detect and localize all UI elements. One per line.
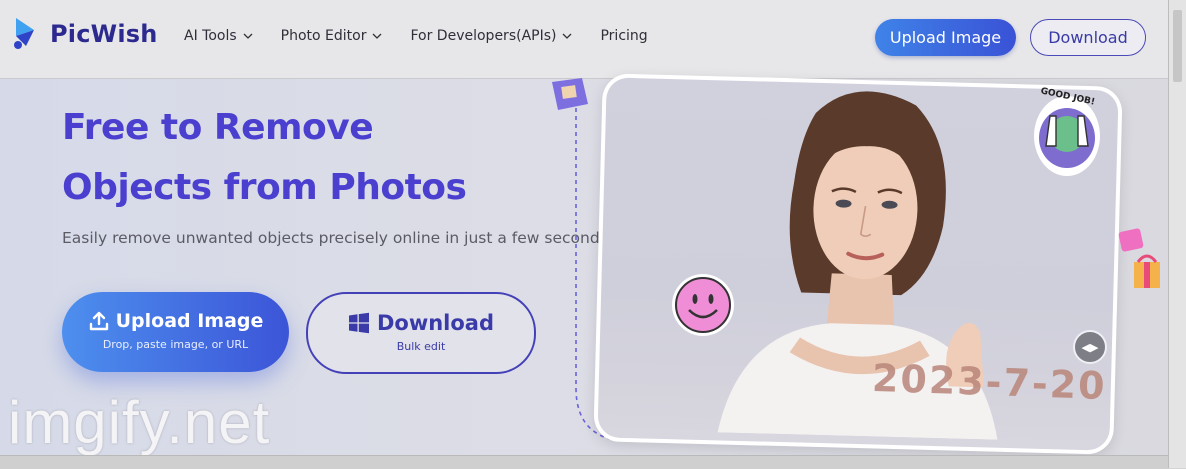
nav-label: For Developers(APIs) xyxy=(410,28,557,44)
arrows-left-right-icon: ◀▶ xyxy=(1081,340,1099,354)
site-header: PicWish AI Tools Photo Editor For Develo… xyxy=(0,0,1168,79)
windows-icon xyxy=(348,312,369,334)
nav-developers[interactable]: For Developers(APIs) xyxy=(410,28,572,44)
compare-slider-handle[interactable]: ◀▶ xyxy=(1073,330,1107,364)
date-stamp: 2023-7-20 xyxy=(871,355,1108,409)
brand-name: PicWish xyxy=(50,20,158,48)
smiley-sticker-icon xyxy=(672,274,734,336)
chevron-down-icon xyxy=(563,33,572,39)
gift-sticker-icon xyxy=(1118,228,1160,288)
scrollbar-thumb[interactable] xyxy=(1173,10,1182,82)
hero-title-line-1: Free to Remove xyxy=(62,107,374,148)
hero-title-line-2: Objects from Photos xyxy=(62,167,467,208)
upload-button-label: Upload Image xyxy=(115,310,264,332)
download-button-hint: Bulk edit xyxy=(396,340,446,353)
chevron-down-icon xyxy=(373,33,382,39)
header-download-button[interactable]: Download xyxy=(1030,19,1146,56)
nav-photo-editor[interactable]: Photo Editor xyxy=(281,28,383,44)
nav-label: Photo Editor xyxy=(280,28,367,44)
upload-button-hint: Drop, paste image, or URL xyxy=(102,338,249,351)
horizontal-scrollbar[interactable] xyxy=(0,455,1168,469)
chevron-down-icon xyxy=(243,33,253,39)
nav-pricing[interactable]: Pricing xyxy=(600,28,647,44)
browser-viewport: PicWish AI Tools Photo Editor For Develo… xyxy=(0,0,1168,455)
download-button-label: Download xyxy=(376,311,495,335)
upload-icon xyxy=(89,311,108,331)
logo[interactable]: PicWish xyxy=(12,16,158,52)
tag-sticker-icon xyxy=(552,78,588,110)
download-button[interactable]: Download Bulk edit xyxy=(306,292,536,374)
header-upload-button[interactable]: Upload Image xyxy=(875,19,1016,56)
vertical-scrollbar[interactable] xyxy=(1168,0,1186,468)
hero-subtitle: Easily remove unwanted objects precisely… xyxy=(62,229,608,247)
good-job-sticker: GOOD JOB! xyxy=(1032,86,1102,178)
main-nav: AI Tools Photo Editor For Developers(API… xyxy=(184,28,676,44)
nav-ai-tools[interactable]: AI Tools xyxy=(184,28,253,44)
nav-label: AI Tools xyxy=(184,28,237,44)
nav-label: Pricing xyxy=(600,28,648,44)
hero-title: Free to Remove Objects from Photos xyxy=(62,98,532,218)
upload-image-button[interactable]: Upload Image Drop, paste image, or URL xyxy=(62,292,289,372)
watermark-text: imgify.net xyxy=(8,389,271,455)
picwish-logo-icon xyxy=(14,18,34,49)
